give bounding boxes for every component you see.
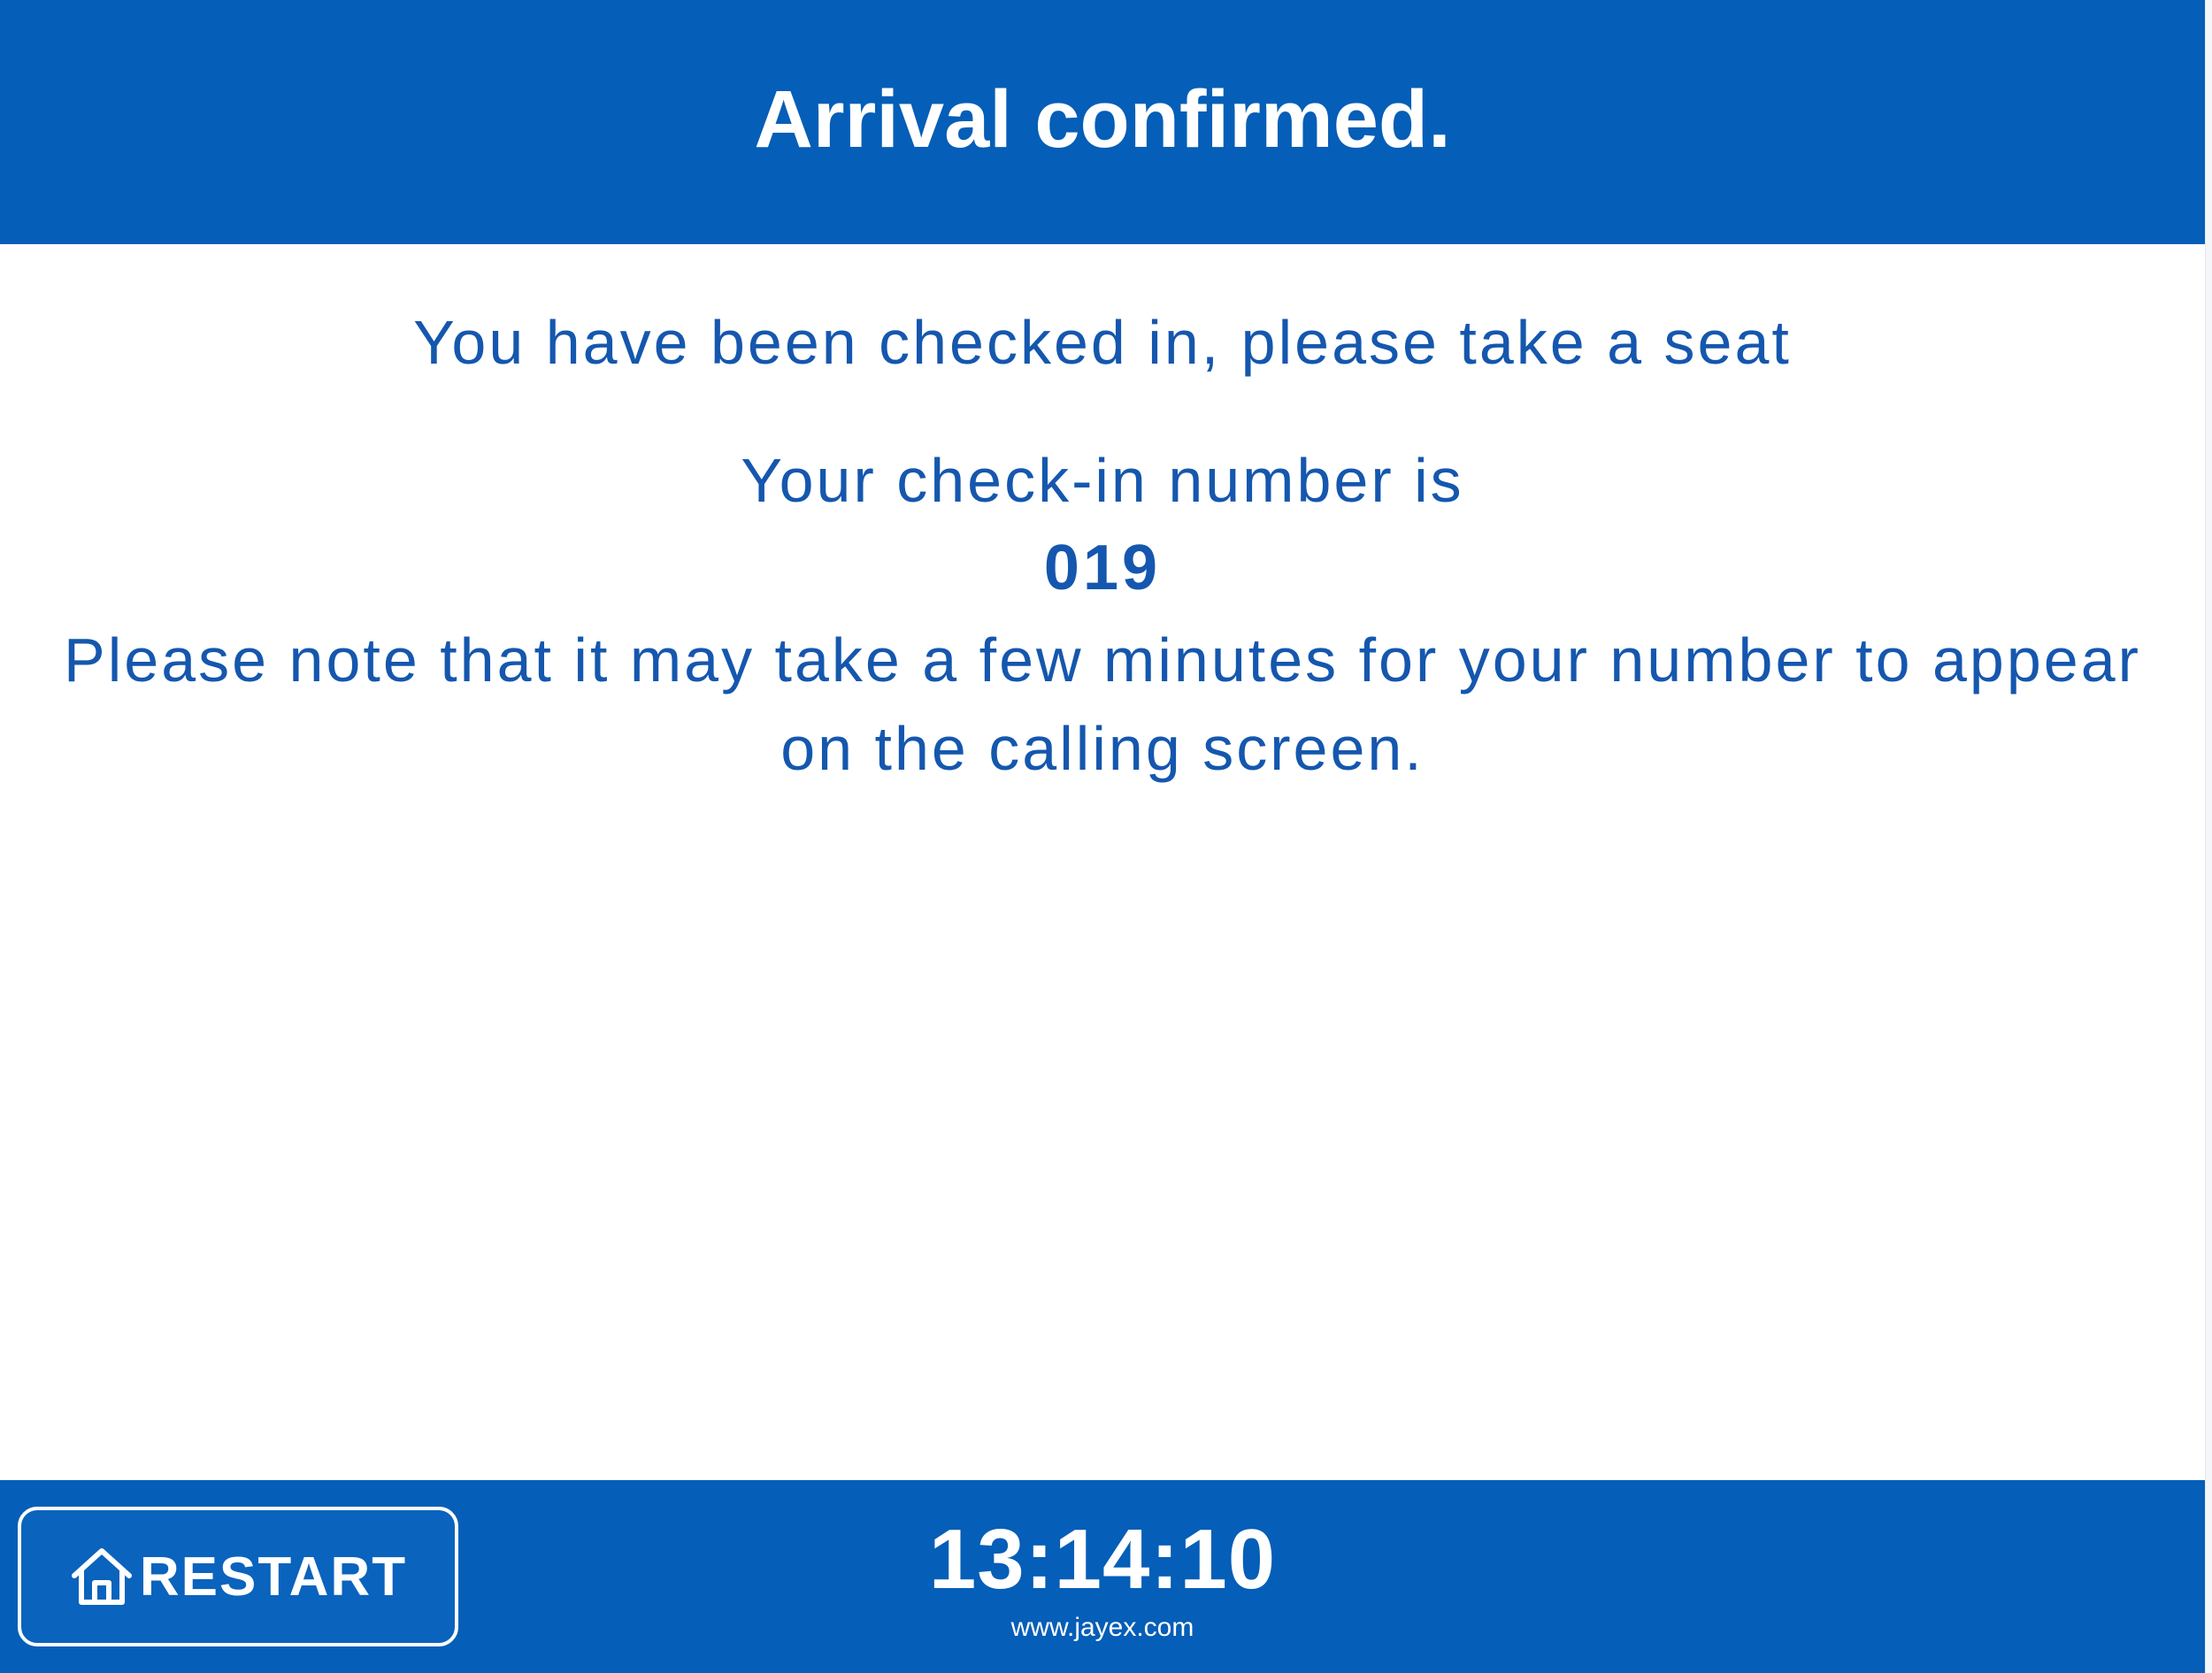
footer-bar: RESTART 13:14:10 www.jayex.com xyxy=(0,1480,2205,1673)
checkin-number-label: Your check-in number is xyxy=(741,446,1464,515)
clock: 13:14:10 xyxy=(928,1512,1277,1607)
header-bar: Arrival confirmed. xyxy=(0,0,2205,244)
page-title: Arrival confirmed. xyxy=(754,73,1451,165)
checkin-number: 019 xyxy=(1043,533,1162,603)
kiosk-screen: Arrival confirmed. You have been checked… xyxy=(0,0,2205,1673)
calling-screen-note: Please note that it may take a few minut… xyxy=(64,625,2141,783)
website-link: www.jayex.com xyxy=(1010,1613,1194,1642)
checked-in-message: You have been checked in, please take a … xyxy=(413,308,1792,377)
screen-edge xyxy=(2205,0,2212,1673)
